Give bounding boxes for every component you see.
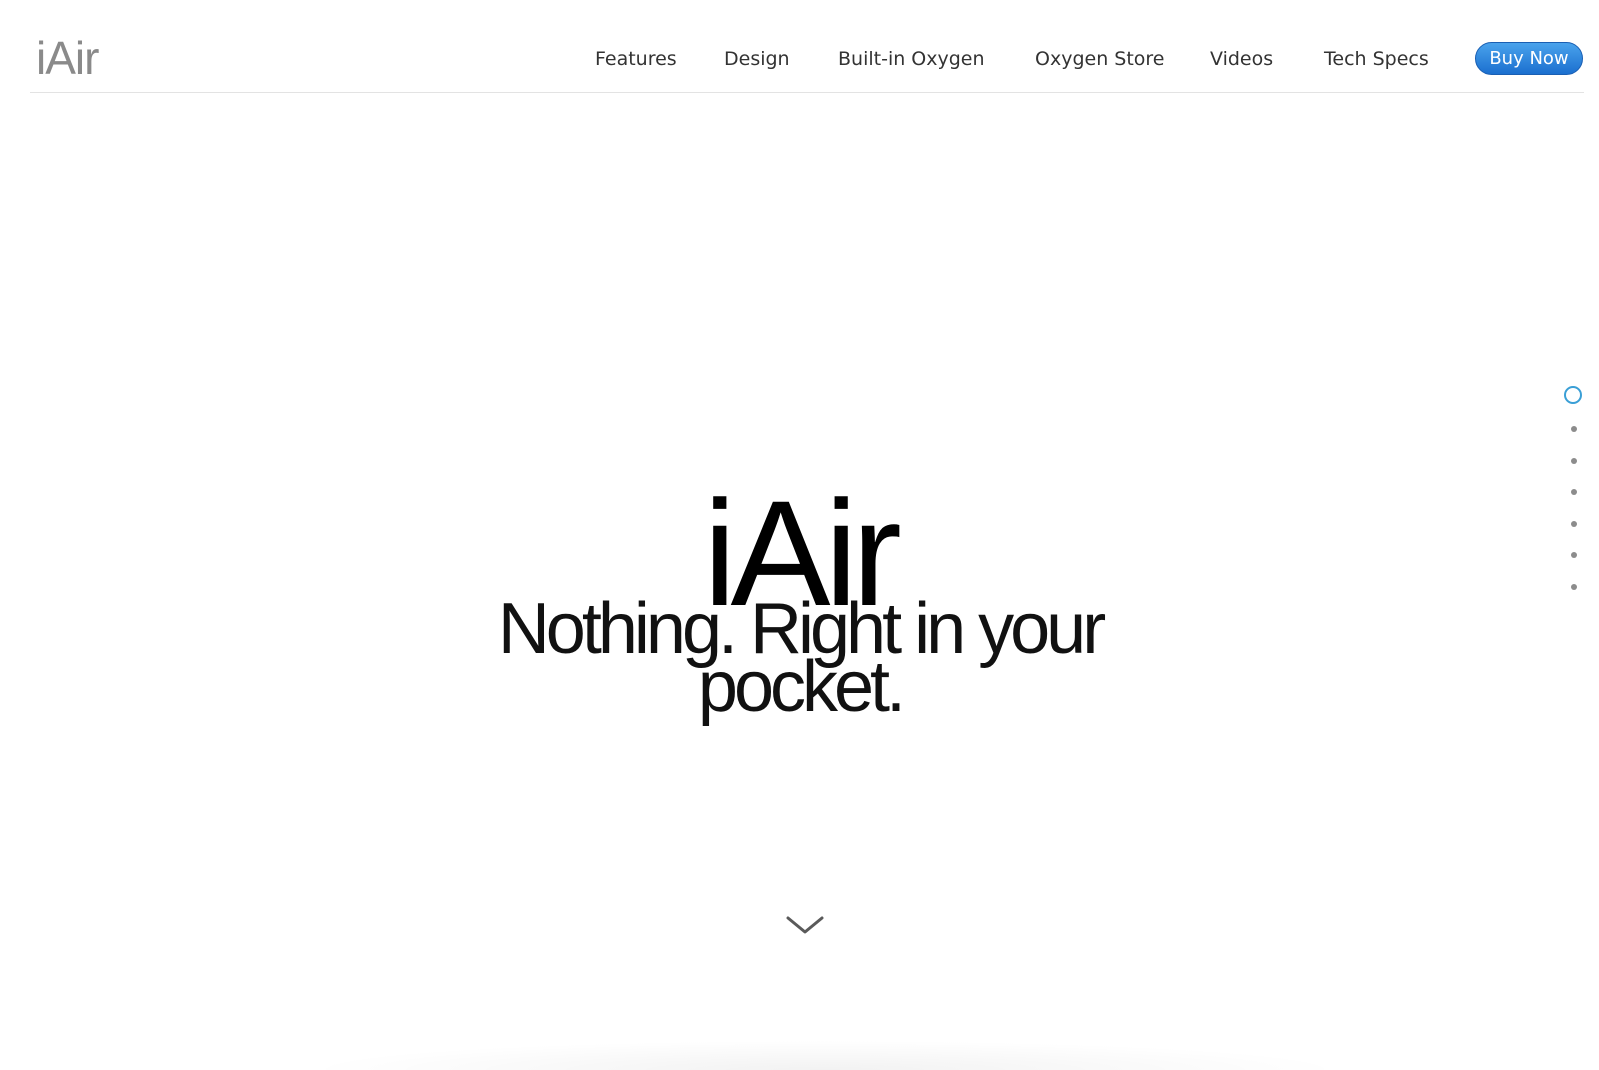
section-dot[interactable] xyxy=(1571,458,1577,464)
section-dot[interactable] xyxy=(1571,489,1577,495)
section-dot[interactable] xyxy=(1571,584,1577,590)
nav-oxygen-store[interactable]: Oxygen Store xyxy=(1035,42,1165,76)
chevron-down-icon[interactable] xyxy=(785,915,825,937)
section-dot-nav xyxy=(1562,386,1586,596)
section-divider-shadow xyxy=(300,1040,1350,1070)
section-dot-active[interactable] xyxy=(1564,386,1582,404)
nav-built-in-oxygen[interactable]: Built-in Oxygen xyxy=(838,42,985,76)
buy-now-button[interactable]: Buy Now xyxy=(1475,42,1583,75)
section-dot[interactable] xyxy=(1571,552,1577,558)
section-dot[interactable] xyxy=(1571,521,1577,527)
page: iAir Features Design Built-in Oxygen Oxy… xyxy=(0,0,1599,1070)
nav-tech-specs[interactable]: Tech Specs xyxy=(1324,42,1429,76)
hero-subtitle: Nothing. Right in your pocket. xyxy=(497,589,1106,727)
nav-features[interactable]: Features xyxy=(595,42,677,76)
section-dot[interactable] xyxy=(1571,426,1577,432)
site-header: iAir Features Design Built-in Oxygen Oxy… xyxy=(30,0,1584,93)
main-nav: Features Design Built-in Oxygen Oxygen S… xyxy=(30,42,1584,76)
nav-videos[interactable]: Videos xyxy=(1210,42,1273,76)
nav-design[interactable]: Design xyxy=(724,42,790,76)
